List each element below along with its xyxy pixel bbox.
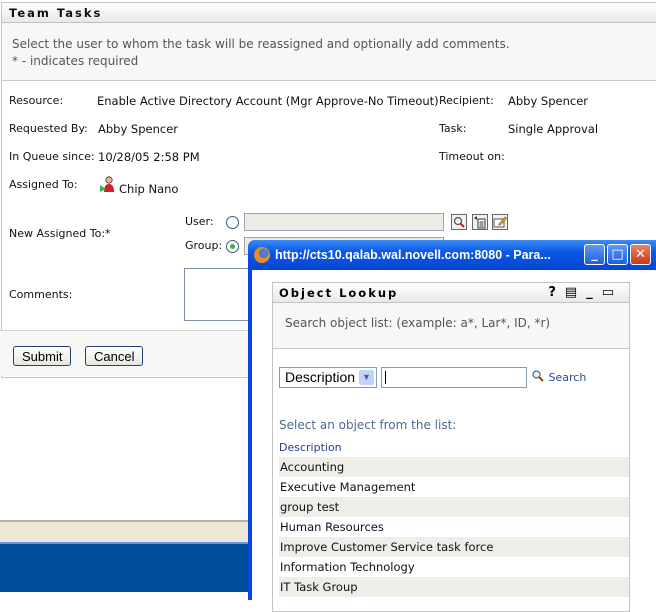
object-lookup-title: Object Lookup	[279, 286, 399, 300]
object-lookup-header: Object Lookup ?▤_▭	[273, 283, 629, 303]
list-item[interactable]: Executive Management	[279, 477, 629, 497]
user-icon	[99, 176, 115, 192]
close-window-button[interactable]: ✕	[630, 244, 651, 265]
list-item[interactable]: Improve Customer Service task force	[279, 537, 629, 557]
magnifier-icon[interactable]	[451, 214, 467, 230]
assigned-to-label: Assigned To:	[9, 178, 78, 191]
new-assigned-to-label: New Assigned To:*	[9, 227, 111, 240]
object-lookup-panel: Object Lookup ?▤_▭ Search object list: (…	[272, 282, 630, 612]
panel-minimize-icon[interactable]: _	[586, 285, 602, 300]
user-input[interactable]	[244, 213, 444, 231]
list-item[interactable]: Information Technology	[279, 557, 629, 577]
search-hint: Search object list: (example: a*, Lar*, …	[273, 303, 629, 349]
help-icon[interactable]: ?	[548, 285, 565, 300]
timeout-label: Timeout on:	[439, 150, 505, 163]
user-radio[interactable]	[226, 216, 239, 229]
recipient-value: Abby Spencer	[508, 94, 589, 108]
in-queue-value: 10/28/05 2:58 PM	[98, 150, 200, 164]
object-lookup-window: http://cts10.qalab.wal.novell.com:8080 -…	[248, 240, 656, 612]
group-radio-label: Group:	[185, 239, 223, 252]
requested-by-value: Abby Spencer	[98, 122, 179, 136]
close-icon: ✕	[635, 247, 646, 262]
list-item[interactable]: Human Resources	[279, 517, 629, 537]
maximize-window-button[interactable]: □	[607, 244, 628, 265]
user-radio-label: User:	[185, 215, 214, 228]
list-item[interactable]: Accounting	[279, 457, 629, 477]
firefox-icon	[254, 247, 270, 263]
edit-clear-icon[interactable]	[492, 214, 508, 230]
group-radio[interactable]	[226, 240, 239, 253]
task-label: Task:	[439, 122, 467, 135]
in-queue-label: In Queue since:	[9, 150, 95, 163]
assigned-to-value: Chip Nano	[119, 182, 179, 196]
task-value: Single Approval	[508, 122, 599, 136]
list-item[interactable]: IT Task Group	[279, 577, 629, 597]
print-icon[interactable]: ▤	[565, 285, 586, 300]
list-item[interactable]: group test	[279, 497, 629, 517]
resource-label: Resource:	[9, 94, 64, 107]
maximize-icon: □	[611, 247, 624, 262]
history-list-icon[interactable]	[472, 214, 488, 230]
list-title: Select an object from the list:	[279, 418, 457, 432]
minimize-icon: _	[591, 247, 598, 262]
chevron-down-icon[interactable]: ▼	[359, 370, 374, 385]
recipient-label: Recipient:	[439, 94, 494, 107]
required-note: * - indicates required	[12, 54, 139, 68]
object-list: Accounting Executive Management group te…	[279, 457, 629, 597]
popup-content: Object Lookup ?▤_▭ Search object list: (…	[252, 270, 656, 612]
comments-label: Comments:	[9, 288, 73, 301]
panel-header-icons: ?▤_▭	[548, 285, 623, 300]
minimize-window-button[interactable]: _	[584, 244, 605, 265]
search-label: Search	[548, 371, 587, 384]
panel-maximize-icon[interactable]: ▭	[602, 285, 623, 300]
column-header-description[interactable]: Description	[279, 441, 342, 454]
resource-value: Enable Active Directory Account (Mgr App…	[97, 94, 439, 108]
panel-title: Team Tasks	[2, 3, 656, 23]
search-button[interactable]: Search	[531, 369, 586, 384]
search-field-select[interactable]: Description ▼	[279, 367, 377, 388]
search-field-selected: Description	[285, 369, 356, 385]
popup-window-title: http://cts10.qalab.wal.novell.com:8080 -…	[275, 248, 551, 262]
search-input[interactable]	[381, 367, 527, 388]
intro-instructions: Select the user to whom the task will be…	[12, 37, 510, 51]
cancel-button[interactable]: Cancel	[85, 346, 144, 366]
intro-box: Select the user to whom the task will be…	[2, 23, 656, 81]
search-icon	[532, 370, 544, 382]
requested-by-label: Requested By:	[9, 122, 88, 135]
submit-button[interactable]: Submit	[13, 346, 72, 366]
